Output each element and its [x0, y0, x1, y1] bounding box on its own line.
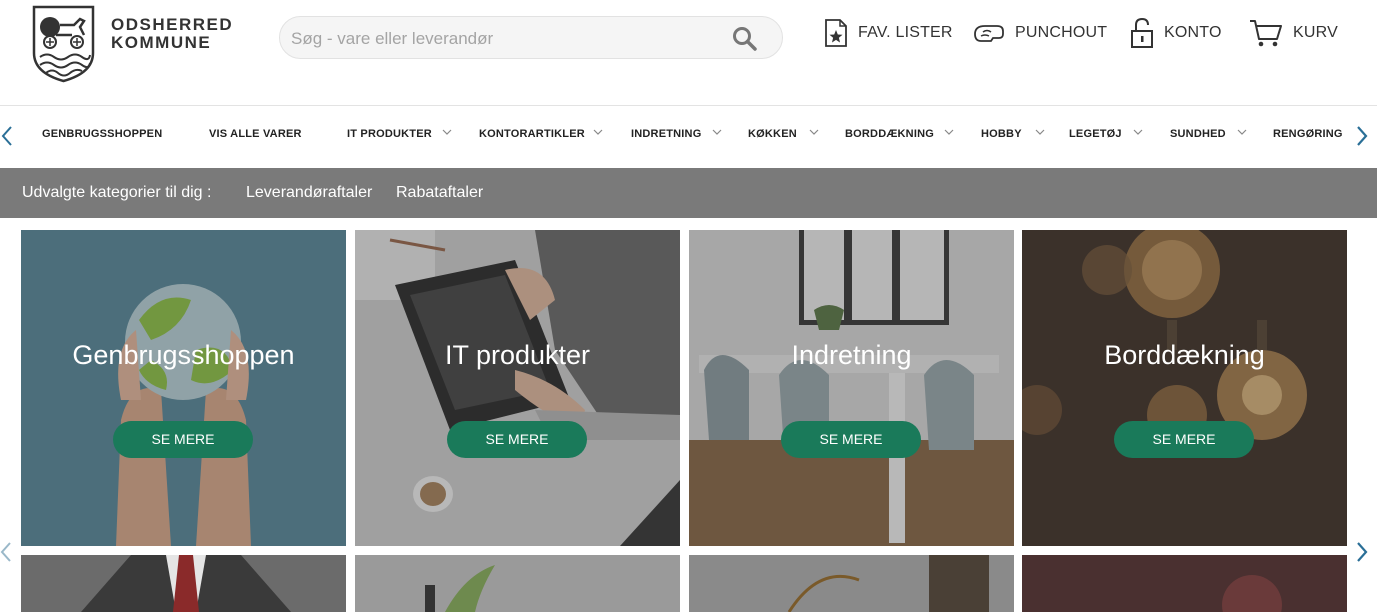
search-box — [279, 16, 783, 59]
tile-overlay — [21, 230, 346, 546]
category-tile-row2-1[interactable] — [21, 555, 346, 612]
chevron-down-icon[interactable] — [1035, 128, 1045, 136]
brand-line-1: ODSHERRED — [111, 15, 234, 34]
see-more-button[interactable]: SE MERE — [1114, 421, 1254, 458]
category-tile-row2-2[interactable] — [355, 555, 680, 612]
cart-link[interactable]: KURV — [1249, 16, 1338, 50]
nav-item-indretning[interactable]: INDRETNING — [631, 128, 701, 140]
category-nav: GENBRUGSSHOPPEN VIS ALLE VARER IT PRODUK… — [0, 106, 1377, 168]
cart-icon — [1250, 20, 1282, 47]
tile-title: Indretning — [791, 340, 912, 370]
selected-categories-bar: Udvalgte kategorier til dig : Leverandør… — [0, 168, 1377, 218]
see-more-button[interactable]: SE MERE — [113, 421, 253, 458]
carousel-next-arrow-icon[interactable] — [1355, 541, 1369, 563]
category-tile-genbrugsshoppen[interactable]: Genbrugsshoppen SE MERE — [21, 230, 346, 546]
search-input[interactable] — [289, 25, 713, 53]
category-tile-row2-3[interactable] — [689, 555, 1014, 612]
nav-item-genbrugsshoppen[interactable]: GENBRUGSSHOPPEN — [42, 128, 162, 140]
plant-image — [355, 555, 680, 612]
chevron-down-icon[interactable] — [1133, 128, 1143, 136]
nav-item-borddaekning[interactable]: BORDDÆKNING — [845, 128, 934, 140]
nav-item-it-produkter[interactable]: IT PRODUKTER — [347, 128, 432, 140]
tile-overlay — [689, 230, 1014, 546]
fav-lists-label: FAV. LISTER — [858, 24, 953, 41]
discount-agreements-link[interactable]: Rabataftaler — [396, 184, 483, 202]
tile-title: Borddækning — [1104, 340, 1265, 370]
brand-line-2: KOMMUNE — [111, 33, 212, 52]
chevron-down-icon[interactable] — [1237, 128, 1247, 136]
supplier-agreements-link[interactable]: Leverandøraftaler — [246, 184, 372, 202]
category-tile-it-produkter[interactable]: IT produkter SE MERE — [355, 230, 680, 546]
nav-item-vis-alle-varer[interactable]: VIS ALLE VARER — [209, 128, 302, 140]
business-suit-image — [21, 555, 346, 612]
fav-lists-link[interactable]: FAV. LISTER — [824, 16, 953, 50]
selected-categories-label: Udvalgte kategorier til dig : — [22, 184, 212, 201]
category-tile-borddaekning[interactable]: Borddækning SE MERE — [1022, 230, 1347, 546]
nav-next-arrow-icon[interactable] — [1355, 125, 1369, 147]
chevron-down-icon[interactable] — [593, 128, 603, 136]
tile-title: IT produkter — [444, 340, 591, 370]
account-link[interactable]: KONTO — [1130, 16, 1222, 50]
see-more-button[interactable]: SE MERE — [781, 421, 921, 458]
nav-item-legetoej[interactable]: LEGETØJ — [1069, 128, 1122, 140]
tile-overlay — [1022, 230, 1347, 546]
pipes-image — [689, 555, 1014, 612]
chevron-down-icon[interactable] — [442, 128, 452, 136]
nav-item-sundhed[interactable]: SUNDHED — [1170, 128, 1226, 140]
carousel-prev-arrow-icon[interactable] — [0, 541, 12, 563]
nav-item-hobby[interactable]: HOBBY — [981, 128, 1022, 140]
account-label: KONTO — [1164, 24, 1222, 41]
category-tile-row2-4[interactable] — [1022, 555, 1347, 612]
chevron-down-icon[interactable] — [712, 128, 722, 136]
category-tile-indretning[interactable]: Indretning SE MERE — [689, 230, 1014, 546]
nav-item-rengoering[interactable]: RENGØRING — [1273, 128, 1343, 140]
lock-icon — [1131, 17, 1153, 48]
site-header: ODSHERRED KOMMUNE FAV. LISTER PUNCHOUT K… — [0, 0, 1377, 106]
chevron-down-icon[interactable] — [809, 128, 819, 136]
nav-item-koekken[interactable]: KØKKEN — [748, 128, 797, 140]
punchout-icon — [974, 25, 1004, 42]
nav-item-kontorartikler[interactable]: KONTORARTIKLER — [479, 128, 585, 140]
tile-overlay — [355, 230, 680, 546]
brand-name[interactable]: ODSHERRED KOMMUNE — [111, 16, 233, 52]
star-list-icon — [825, 19, 847, 47]
dark-photo-image — [1022, 555, 1347, 612]
cart-label: KURV — [1293, 24, 1338, 41]
chevron-down-icon[interactable] — [944, 128, 954, 136]
coat-of-arms-logo[interactable] — [32, 5, 95, 83]
nav-prev-arrow-icon[interactable] — [0, 125, 14, 147]
see-more-button[interactable]: SE MERE — [447, 421, 587, 458]
punchout-label: PUNCHOUT — [1015, 24, 1108, 41]
tile-title: Genbrugsshoppen — [72, 340, 295, 370]
search-icon[interactable] — [732, 26, 758, 52]
punchout-link[interactable]: PUNCHOUT — [973, 16, 1107, 50]
